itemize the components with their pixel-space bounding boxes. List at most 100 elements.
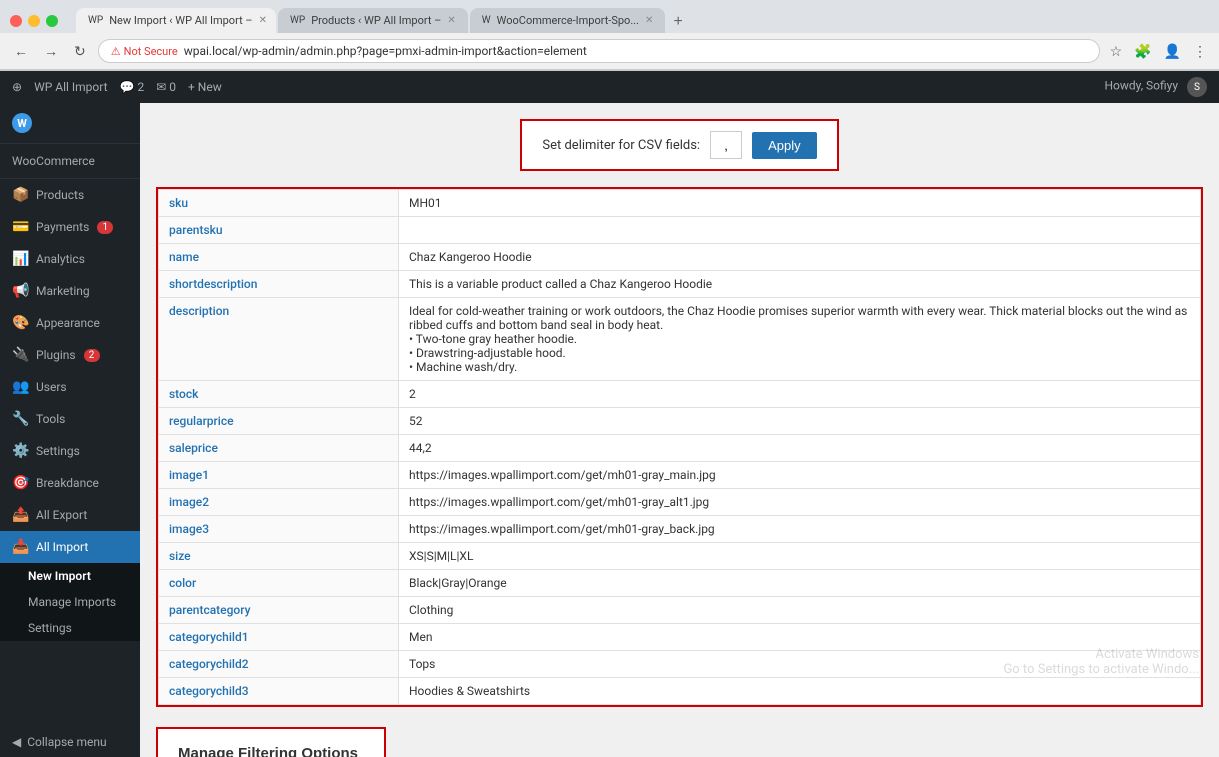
sidebar-item-plugins[interactable]: 🔌 Plugins 2: [0, 339, 140, 371]
users-icon: 👥: [12, 379, 28, 395]
table-row: parentcategory Clothing: [159, 597, 1201, 624]
browser-chrome: WP New Import ‹ WP All Import – ✕ WP Pro…: [0, 0, 1219, 71]
field-name-cell[interactable]: image2: [159, 489, 399, 516]
table-row: saleprice 44,2: [159, 435, 1201, 462]
apply-button[interactable]: Apply: [752, 132, 817, 159]
admin-bar-left: ⊕ WP All Import 💬 2 ✉ 0 + New: [12, 80, 222, 94]
field-name-cell[interactable]: image1: [159, 462, 399, 489]
tab-products[interactable]: WP Products ‹ WP All Import – ✕: [278, 8, 468, 33]
table-row: categorychild3 Hoodies & Sweatshirts: [159, 678, 1201, 705]
field-name-cell[interactable]: categorychild2: [159, 651, 399, 678]
field-name-cell[interactable]: parentcategory: [159, 597, 399, 624]
field-name-cell[interactable]: regularprice: [159, 408, 399, 435]
sidebar-item-label: Appearance: [36, 316, 100, 330]
sidebar-submenu: New Import Manage Imports Settings: [0, 563, 140, 641]
new-tab-button[interactable]: +: [667, 11, 688, 33]
sidebar-item-settings[interactable]: ⚙️ Settings: [0, 435, 140, 467]
table-row: regularprice 52: [159, 408, 1201, 435]
wp-all-import-label[interactable]: WP All Import: [34, 80, 108, 94]
extensions-icon[interactable]: 🧩: [1132, 41, 1153, 62]
products-icon: 📦: [12, 187, 28, 203]
forward-button[interactable]: →: [40, 41, 62, 61]
sidebar-item-label: Breakdance: [36, 476, 99, 490]
field-value-cell: MH01: [399, 190, 1201, 217]
wp-logo: ⊕: [12, 80, 22, 94]
message-count: ✉ 0: [156, 80, 176, 94]
all-import-icon: 📥: [12, 539, 28, 555]
field-value-cell: https://images.wpallimport.com/get/mh01-…: [399, 516, 1201, 543]
sidebar-item-products[interactable]: 📦 Products: [0, 179, 140, 211]
sidebar-item-marketing[interactable]: 📢 Marketing: [0, 275, 140, 307]
field-name-cell[interactable]: parentsku: [159, 217, 399, 244]
field-value-cell: This is a variable product called a Chaz…: [399, 271, 1201, 298]
tab-label: Products ‹ WP All Import –: [311, 14, 441, 27]
refresh-button[interactable]: ↻: [70, 41, 90, 62]
field-name-cell[interactable]: name: [159, 244, 399, 271]
tab-close-icon[interactable]: ✕: [645, 15, 653, 26]
address-bar[interactable]: ⚠ Not Secure wpai.local/wp-admin/admin.p…: [98, 39, 1100, 63]
table-row: name Chaz Kangeroo Hoodie: [159, 244, 1201, 271]
field-name-cell[interactable]: stock: [159, 381, 399, 408]
field-value-cell: [399, 217, 1201, 244]
sidebar-submenu-manage-imports[interactable]: Manage Imports: [0, 589, 140, 615]
field-name-cell[interactable]: description: [159, 298, 399, 381]
content-area: Set delimiter for CSV fields: Apply sku …: [140, 103, 1219, 757]
sidebar-item-payments[interactable]: 💳 Payments 1: [0, 211, 140, 243]
sidebar-item-tools[interactable]: 🔧 Tools: [0, 403, 140, 435]
sidebar-woocommerce[interactable]: WooCommerce: [0, 144, 140, 179]
plugins-badge: 2: [84, 349, 100, 362]
table-row: sku MH01: [159, 190, 1201, 217]
sidebar-item-users[interactable]: 👥 Users: [0, 371, 140, 403]
data-table: sku MH01 parentsku name Chaz Kangeroo Ho…: [158, 189, 1201, 705]
sidebar-submenu-new-import[interactable]: New Import: [0, 563, 140, 589]
sidebar-submenu-settings[interactable]: Settings: [0, 615, 140, 641]
new-item-button[interactable]: + New: [188, 80, 222, 94]
sidebar: W WooCommerce 📦 Products 💳 Payments 1 📊 …: [0, 103, 140, 757]
field-name-cell[interactable]: categorychild3: [159, 678, 399, 705]
sidebar-item-all-export[interactable]: 📤 All Export: [0, 499, 140, 531]
sidebar-item-appearance[interactable]: 🎨 Appearance: [0, 307, 140, 339]
field-name-cell[interactable]: shortdescription: [159, 271, 399, 298]
profile-icon[interactable]: 👤: [1162, 41, 1183, 62]
table-row: categorychild2 Tops: [159, 651, 1201, 678]
sidebar-item-analytics[interactable]: 📊 Analytics: [0, 243, 140, 275]
payments-icon: 💳: [12, 219, 28, 235]
field-name-cell[interactable]: sku: [159, 190, 399, 217]
admin-bar: ⊕ WP All Import 💬 2 ✉ 0 + New Howdy, Sof…: [0, 71, 1219, 103]
sidebar-item-label: All Export: [36, 508, 87, 522]
field-value-cell: Tops: [399, 651, 1201, 678]
all-export-icon: 📤: [12, 507, 28, 523]
tab-new-import[interactable]: WP New Import ‹ WP All Import – ✕: [76, 8, 276, 33]
field-name-cell[interactable]: color: [159, 570, 399, 597]
appearance-icon: 🎨: [12, 315, 28, 331]
manage-filter-button[interactable]: Manage Filtering Options: [158, 729, 384, 757]
tools-icon: 🔧: [12, 411, 28, 427]
tab-close-icon[interactable]: ✕: [447, 15, 455, 26]
bookmark-icon[interactable]: ☆: [1108, 41, 1125, 62]
sidebar-item-all-import[interactable]: 📥 All Import: [0, 531, 140, 563]
field-value-cell: Hoodies & Sweatshirts: [399, 678, 1201, 705]
field-value-cell: Chaz Kangeroo Hoodie: [399, 244, 1201, 271]
field-value-cell: Clothing: [399, 597, 1201, 624]
menu-icon[interactable]: ⋮: [1191, 41, 1209, 62]
csv-delimiter-input[interactable]: [710, 131, 742, 159]
breakdance-icon: 🎯: [12, 475, 28, 491]
field-value-cell: 52: [399, 408, 1201, 435]
sidebar-item-breakdance[interactable]: 🎯 Breakdance: [0, 467, 140, 499]
table-row: image3 https://images.wpallimport.com/ge…: [159, 516, 1201, 543]
field-name-cell[interactable]: categorychild1: [159, 624, 399, 651]
tab-close-icon[interactable]: ✕: [259, 15, 267, 26]
csv-section: Set delimiter for CSV fields: Apply: [156, 119, 1203, 171]
minimize-dot: [28, 15, 40, 27]
field-name-cell[interactable]: size: [159, 543, 399, 570]
back-button[interactable]: ←: [10, 41, 32, 61]
settings-icon: ⚙️: [12, 443, 28, 459]
field-name-cell[interactable]: image3: [159, 516, 399, 543]
manage-filter-label: Manage Filtering Options: [178, 745, 358, 757]
collapse-menu-button[interactable]: ◀ Collapse menu: [0, 727, 140, 757]
data-table-wrapper: sku MH01 parentsku name Chaz Kangeroo Ho…: [156, 187, 1203, 707]
field-name-cell[interactable]: saleprice: [159, 435, 399, 462]
admin-bar-right: Howdy, Sofiyy S: [1104, 77, 1207, 97]
sidebar-item-label: Plugins: [36, 348, 76, 362]
tab-woo[interactable]: W WooCommerce-Import-Spo... ✕: [470, 8, 666, 33]
